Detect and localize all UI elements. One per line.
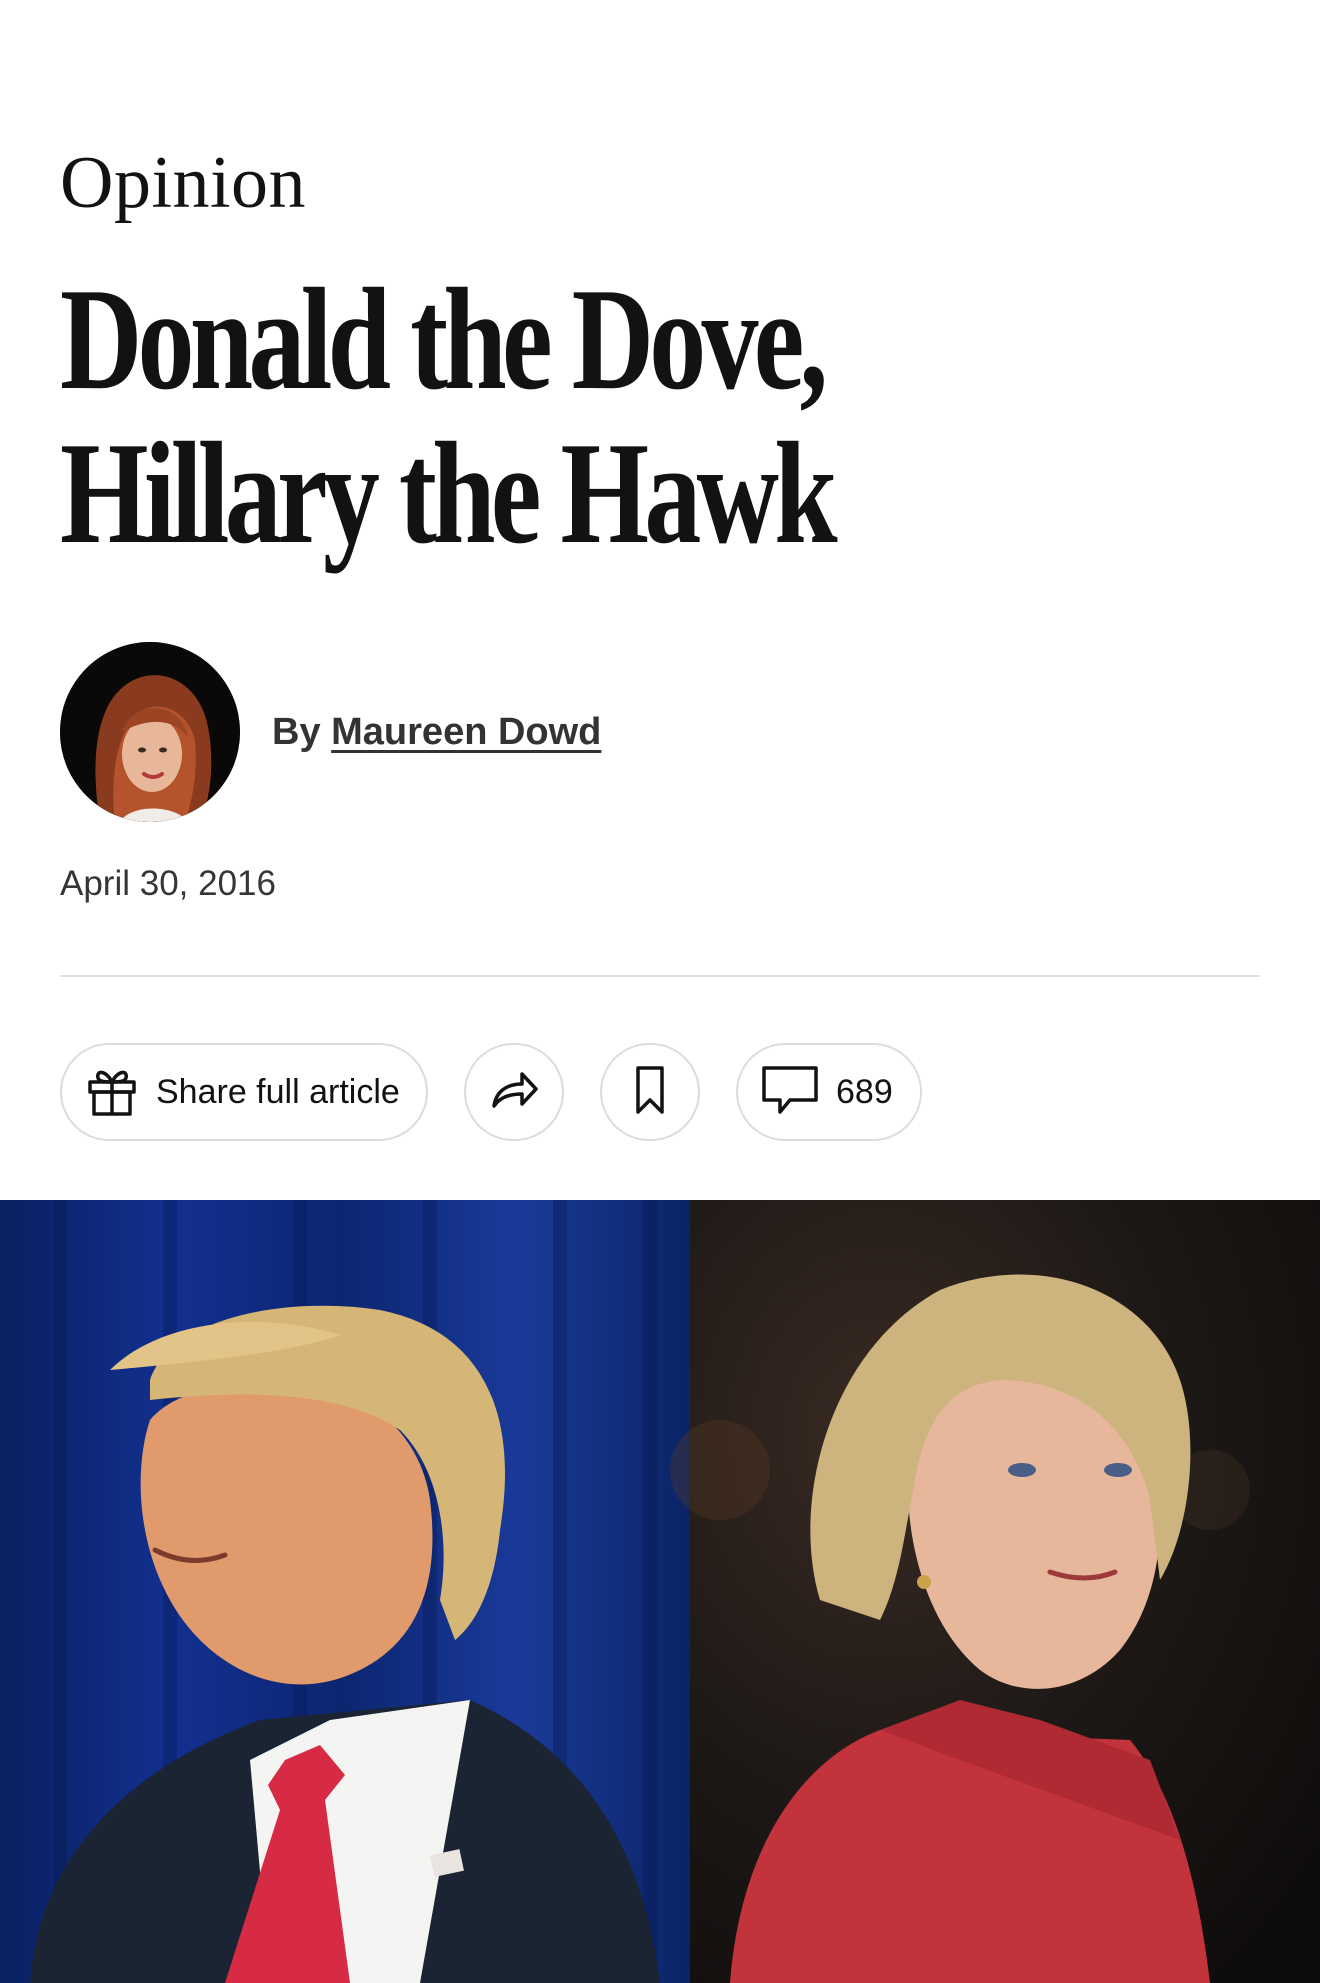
- divider: [60, 975, 1260, 977]
- share-full-article-button[interactable]: Share full article: [60, 1043, 428, 1141]
- byline-prefix: By: [272, 710, 321, 753]
- byline: By Maureen Dowd: [272, 711, 601, 754]
- author-portrait-image: [60, 642, 240, 822]
- byline-row: By Maureen Dowd: [60, 642, 601, 822]
- comments-button[interactable]: 689: [736, 1043, 922, 1141]
- share-full-article-label: Share full article: [156, 1072, 400, 1111]
- comment-count: 689: [836, 1072, 893, 1111]
- comment-bubble-icon: [760, 1062, 820, 1123]
- hero-photo-image: [0, 1200, 1320, 1983]
- article-actions-bar: Share full article 689: [60, 1042, 922, 1142]
- publish-date: April 30, 2016: [60, 864, 276, 903]
- share-button[interactable]: [464, 1043, 564, 1141]
- headline-line-1: Donald the Dove,: [60, 258, 828, 420]
- section-label[interactable]: Opinion: [60, 138, 306, 228]
- hero-photo: [0, 1200, 1320, 1983]
- author-avatar[interactable]: [60, 642, 240, 822]
- bookmark-icon: [622, 1062, 678, 1123]
- save-button[interactable]: [600, 1043, 700, 1141]
- gift-icon: [84, 1062, 140, 1123]
- author-link[interactable]: Maureen Dowd: [331, 711, 601, 753]
- headline-line-2: Hillary the Hawk: [60, 412, 838, 574]
- share-arrow-icon: [486, 1062, 542, 1123]
- article-headline: Donald the Dove, Hillary the Hawk: [60, 262, 918, 570]
